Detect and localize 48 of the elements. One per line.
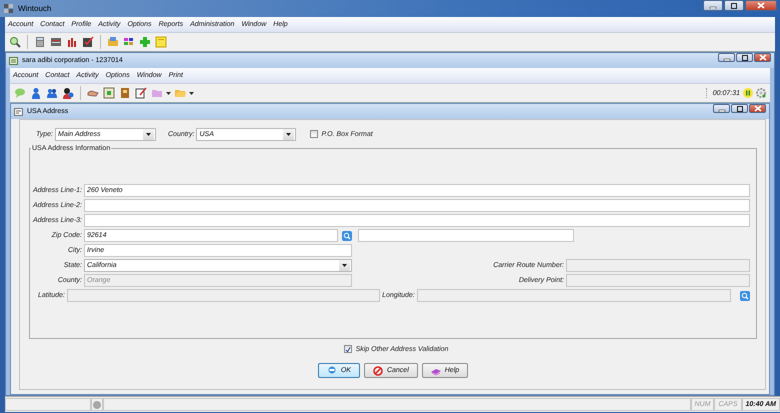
caret-icon bbox=[286, 132, 292, 136]
maximize-icon bbox=[740, 54, 748, 60]
minimize-button[interactable] bbox=[713, 104, 730, 113]
search-icon[interactable] bbox=[740, 290, 750, 300]
text-field[interactable] bbox=[84, 214, 750, 227]
close-icon bbox=[757, 2, 765, 9]
search-icon[interactable] bbox=[342, 230, 352, 240]
pause-icon[interactable] bbox=[743, 88, 753, 98]
folder-icon[interactable] bbox=[107, 36, 119, 48]
grid-icon[interactable] bbox=[123, 36, 135, 48]
maximize-button[interactable] bbox=[731, 104, 748, 113]
checkbox[interactable] bbox=[344, 345, 352, 353]
text-field[interactable] bbox=[358, 229, 574, 242]
document-icon bbox=[9, 56, 18, 64]
status-light-icon bbox=[93, 400, 101, 408]
calculator-icon[interactable] bbox=[34, 36, 46, 48]
caret-icon[interactable] bbox=[189, 92, 194, 94]
person-icon[interactable] bbox=[62, 87, 74, 99]
close-icon bbox=[758, 54, 766, 61]
text-field[interactable] bbox=[84, 199, 750, 212]
maximize-button[interactable] bbox=[736, 53, 753, 62]
caret-icon[interactable] bbox=[166, 92, 171, 94]
maximize-icon bbox=[730, 2, 738, 8]
minimize-button[interactable] bbox=[703, 0, 723, 11]
close-button[interactable] bbox=[754, 53, 771, 62]
table-icon[interactable] bbox=[50, 36, 62, 48]
caret-icon bbox=[342, 264, 347, 267]
close-button[interactable] bbox=[745, 0, 777, 11]
close-button[interactable] bbox=[749, 104, 766, 113]
plus-icon[interactable] bbox=[139, 36, 151, 48]
calendar-icon[interactable] bbox=[103, 87, 115, 99]
maximize-button[interactable] bbox=[724, 0, 744, 11]
close-icon bbox=[754, 105, 762, 112]
bar-chart-icon[interactable] bbox=[66, 36, 78, 48]
gear-icon[interactable] bbox=[756, 88, 766, 98]
address-icon bbox=[14, 108, 23, 116]
search-icon[interactable] bbox=[9, 36, 21, 48]
checklist-icon[interactable] bbox=[82, 36, 94, 48]
window-title: Wintouch bbox=[18, 4, 52, 12]
app-logo-icon bbox=[4, 4, 14, 14]
edit-icon[interactable] bbox=[135, 87, 147, 99]
maximize-icon bbox=[736, 106, 744, 112]
checkbox[interactable] bbox=[310, 130, 318, 138]
cancel-icon bbox=[372, 366, 383, 376]
caret-icon bbox=[146, 132, 151, 136]
people-icon[interactable] bbox=[46, 87, 58, 99]
ok-icon bbox=[326, 366, 337, 376]
minimize-button[interactable] bbox=[718, 53, 735, 62]
